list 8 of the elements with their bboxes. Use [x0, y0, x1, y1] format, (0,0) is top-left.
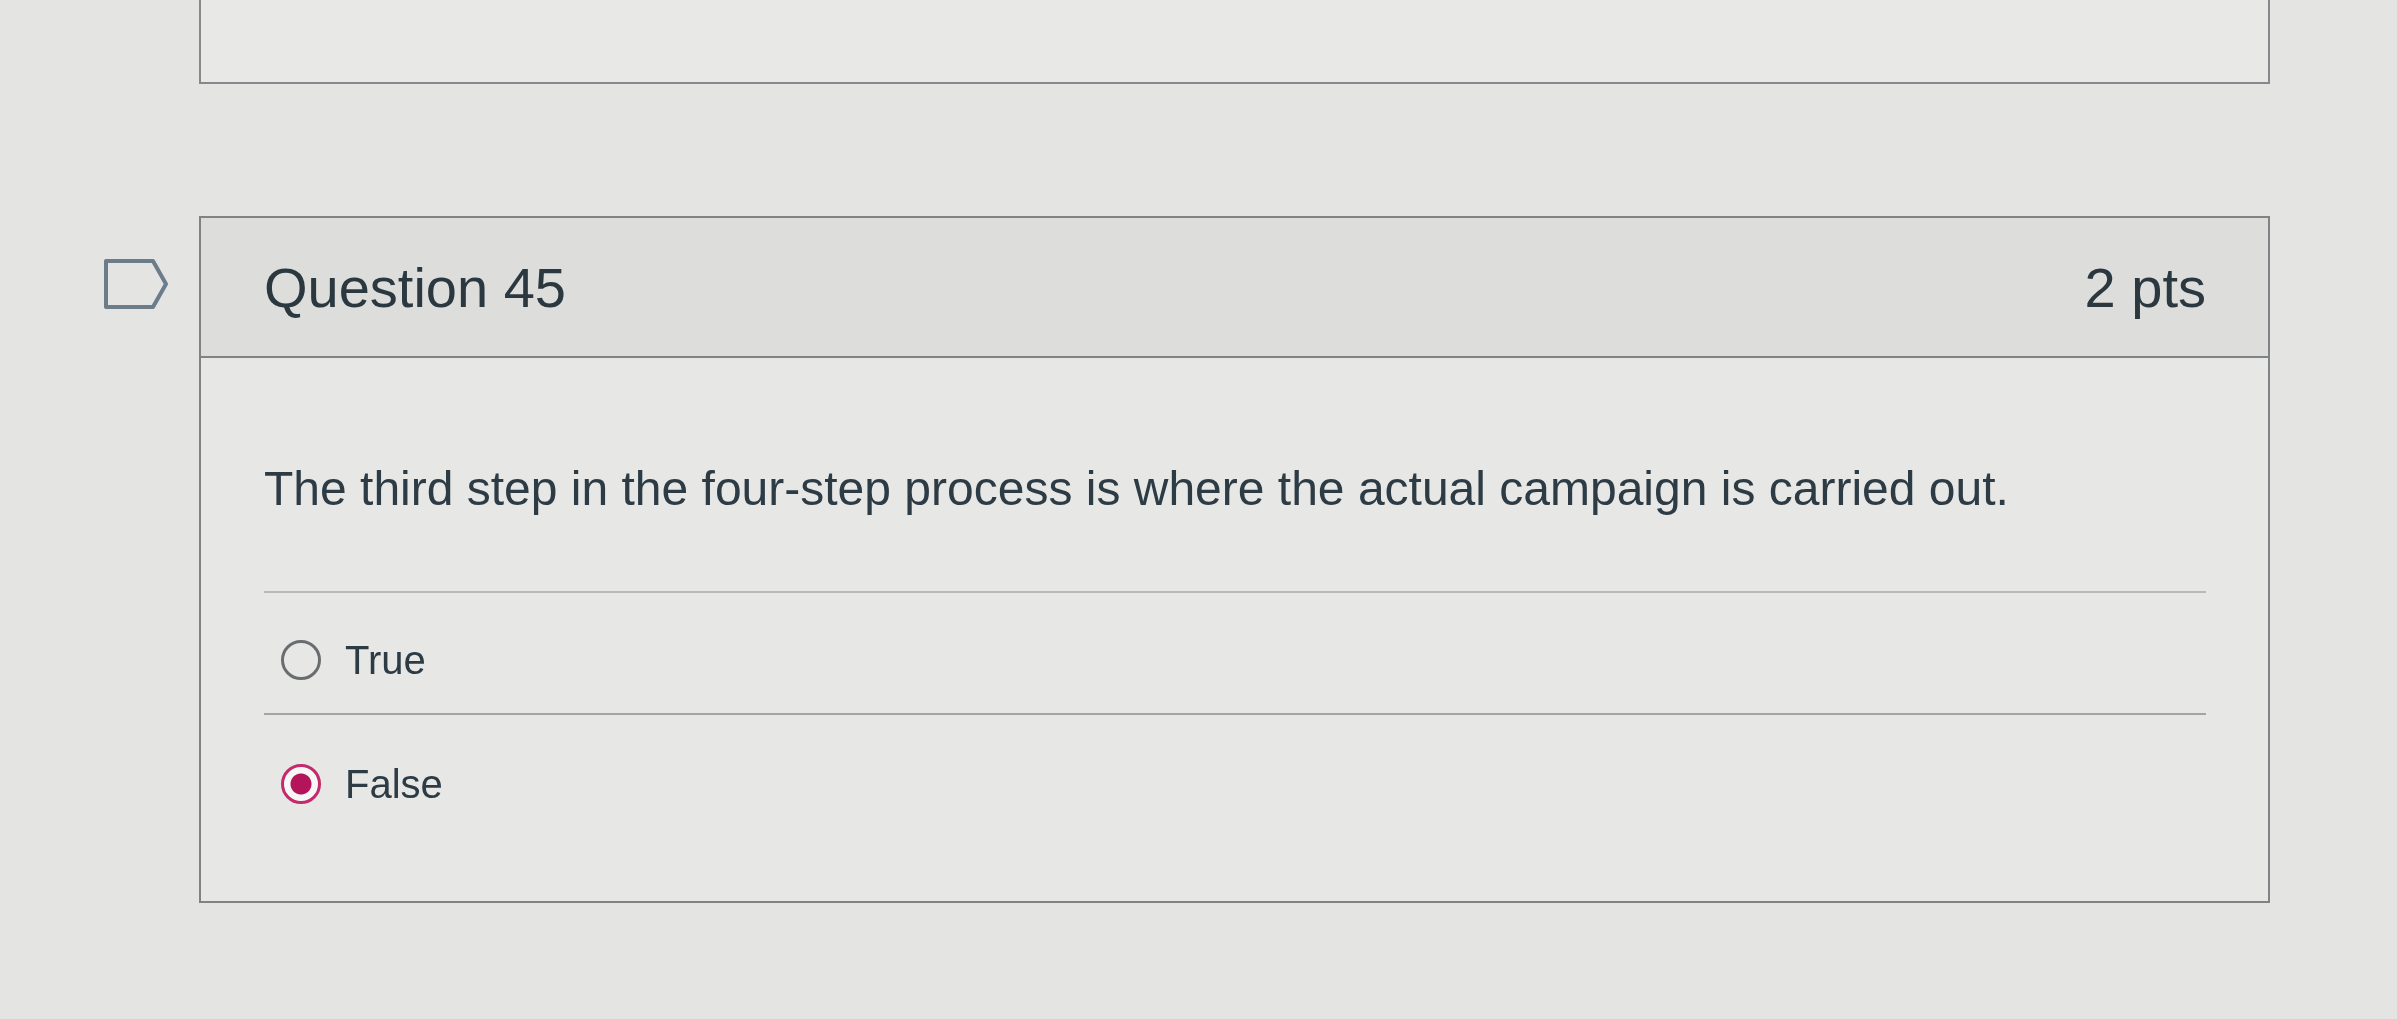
radio-button[interactable] [281, 639, 321, 680]
question-text: The third step in the four-step process is where the actual campaign is carried out. [264, 461, 2010, 517]
flag-icon[interactable] [103, 258, 169, 310]
radio-button[interactable] [281, 763, 321, 804]
answer-label[interactable]: True [345, 635, 426, 684]
points-label: 2 pts [2084, 254, 2206, 320]
question-title: Question 45 [264, 254, 566, 320]
answer-label[interactable]: False [345, 759, 443, 808]
